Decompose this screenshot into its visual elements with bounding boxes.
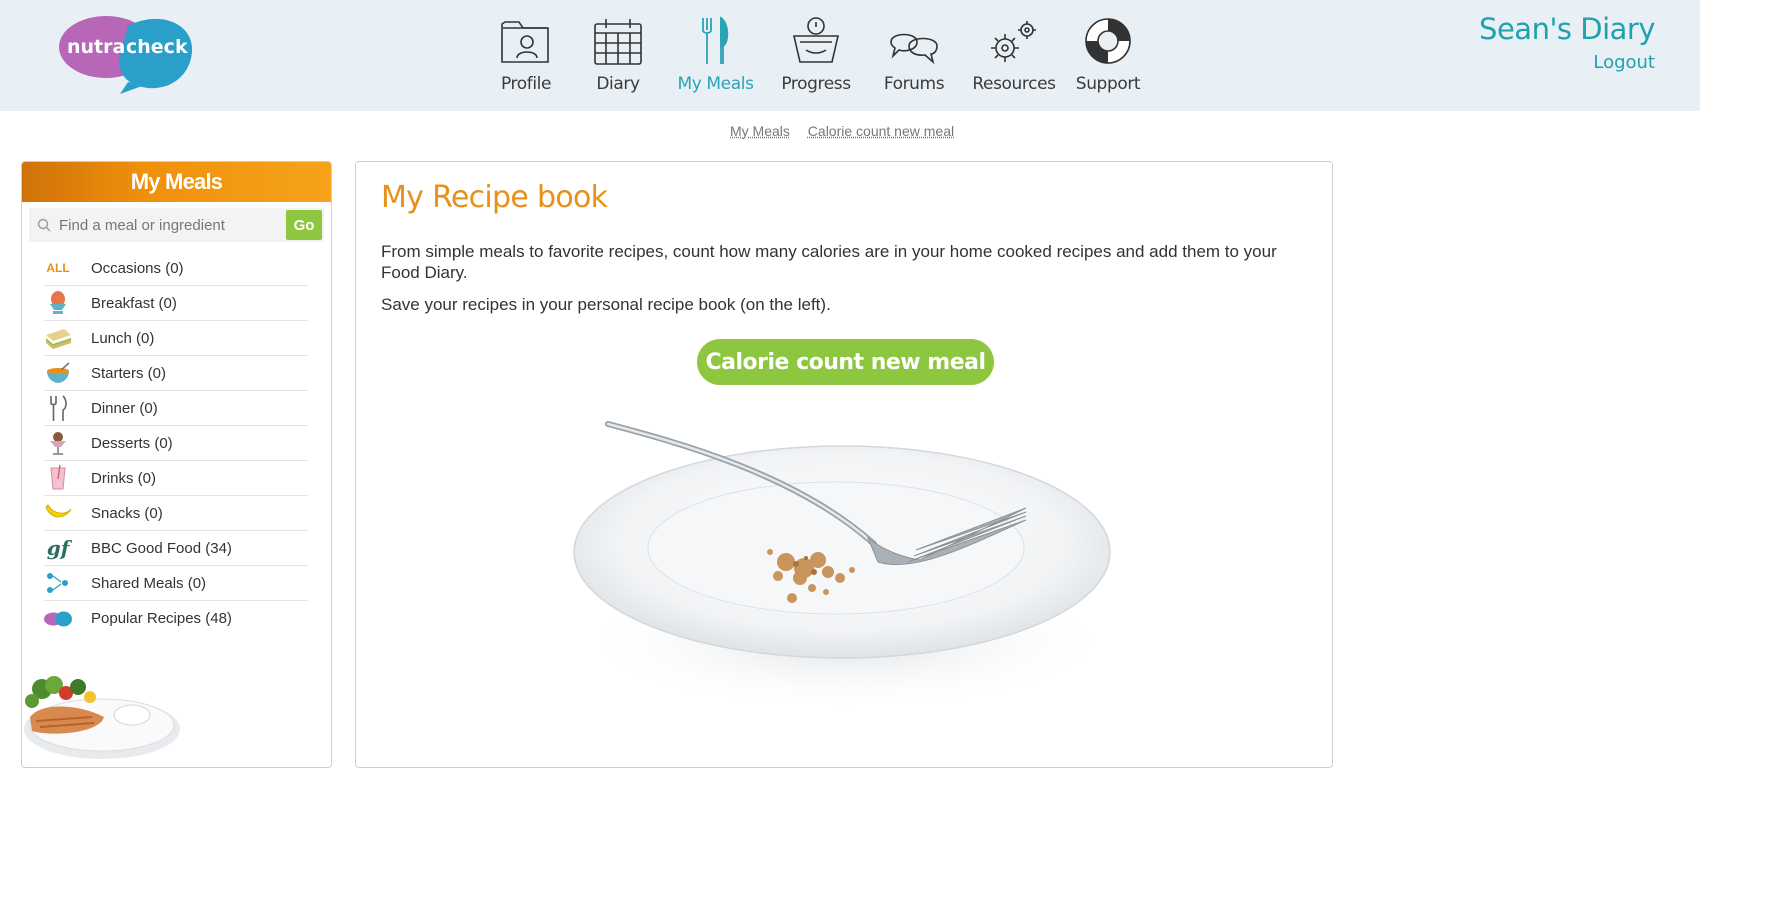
nav-label: Resources [972, 74, 1056, 94]
search-go-button[interactable]: Go [286, 210, 322, 240]
category-label: Popular Recipes (48) [91, 610, 232, 627]
all-icon: ALL [44, 254, 72, 282]
category-label: Desserts (0) [91, 434, 173, 452]
logout-link[interactable]: Logout [1479, 52, 1655, 73]
meal-category-list: ALL Occasions (0) Breakfast (0) Lunch (0… [44, 251, 308, 636]
gears-icon [987, 14, 1041, 66]
recipe-book-panel: My Recipe book From simple meals to favo… [355, 161, 1333, 768]
main-nav: Profile Diary My Meals Progress Forums R… [480, 14, 1151, 104]
search-icon [29, 208, 59, 242]
category-dinner[interactable]: Dinner (0) [44, 391, 308, 426]
my-meals-sidebar: My Meals Go ALL Occasions (0) Breakfast … [21, 161, 332, 768]
user-block: Sean's Diary Logout [1479, 12, 1655, 73]
speech-bubbles-icon [887, 14, 941, 66]
scale-icon [792, 14, 840, 66]
logo-text-check: check [126, 36, 188, 58]
nutracheck-logo[interactable]: nutra check [58, 14, 194, 94]
all-icon-text: ALL [46, 261, 70, 275]
sidebar-title: My Meals [22, 162, 331, 202]
category-label: Breakfast (0) [91, 294, 177, 312]
category-label: Occasions (0) [91, 259, 184, 277]
intro-hint: Save your recipes in your personal recip… [381, 295, 831, 314]
category-drinks[interactable]: Drinks (0) [44, 461, 308, 496]
breadcrumb-calorie-count-new-meal[interactable]: Calorie count new meal [808, 123, 954, 139]
nutracheck-mini-logo-icon [44, 605, 72, 633]
breadcrumb-my-meals[interactable]: My Meals [730, 123, 790, 139]
meal-search: Go [29, 208, 324, 242]
category-popular-recipes[interactable]: Popular Recipes (48) [44, 601, 308, 636]
category-label: Drinks (0) [91, 469, 157, 487]
nav-profile[interactable]: Profile [480, 14, 572, 104]
good-food-icon: gf [44, 534, 72, 562]
good-food-icon-text: gf [46, 536, 70, 560]
category-bbc-good-food[interactable]: gf BBC Good Food (34) [44, 531, 308, 566]
site-header: nutra check Profile Diary My Meals Progr… [0, 0, 1700, 111]
nav-my-meals[interactable]: My Meals [664, 14, 767, 104]
nav-label: Diary [596, 74, 640, 94]
category-label: Dinner (0) [91, 399, 158, 417]
category-shared-meals[interactable]: Shared Meals (0) [44, 566, 308, 601]
nav-resources[interactable]: Resources [963, 14, 1065, 104]
empty-plate-image [573, 421, 1116, 712]
intro-text: From simple meals to favorite recipes, c… [381, 242, 1277, 282]
sandwich-icon [44, 324, 72, 352]
nav-label: Support [1075, 74, 1141, 94]
fork-knife-icon [699, 14, 733, 66]
category-label: BBC Good Food (34) [91, 539, 232, 557]
calorie-count-new-meal-button[interactable]: Calorie count new meal [697, 339, 994, 385]
category-desserts[interactable]: Desserts (0) [44, 426, 308, 461]
fork-knife-icon [44, 394, 72, 422]
sundae-icon [44, 429, 72, 457]
category-snacks[interactable]: Snacks (0) [44, 496, 308, 531]
meal-search-input[interactable] [59, 208, 286, 242]
calendar-icon [593, 14, 643, 66]
category-starters[interactable]: Starters (0) [44, 356, 308, 391]
nav-support[interactable]: Support [1065, 14, 1151, 104]
user-diary-name[interactable]: Sean's Diary [1479, 12, 1655, 46]
nav-label: Profile [500, 74, 552, 94]
nav-label: My Meals [677, 74, 754, 94]
nav-label: Forums [883, 74, 945, 94]
category-label: Lunch (0) [91, 329, 155, 347]
category-label: Snacks (0) [91, 504, 163, 522]
category-breakfast[interactable]: Breakfast (0) [44, 286, 308, 321]
salmon-plate-image [24, 676, 180, 759]
nav-diary[interactable]: Diary [572, 14, 664, 104]
egg-cup-icon [44, 289, 72, 317]
nav-progress[interactable]: Progress [767, 14, 865, 104]
nav-label: Progress [781, 74, 851, 94]
lifebuoy-icon [1083, 14, 1133, 66]
logo-text-nutra: nutra [67, 36, 125, 58]
category-occasions[interactable]: ALL Occasions (0) [44, 251, 308, 286]
soup-bowl-icon [44, 359, 72, 387]
profile-icon [499, 14, 553, 66]
drink-glass-icon [44, 464, 72, 492]
banana-icon [44, 499, 72, 527]
category-label: Shared Meals (0) [91, 574, 207, 592]
nav-forums[interactable]: Forums [865, 14, 963, 104]
page-title: My Recipe book [381, 180, 608, 215]
category-label: Starters (0) [91, 364, 167, 382]
shared-people-icon [44, 569, 72, 597]
category-lunch[interactable]: Lunch (0) [44, 321, 308, 356]
